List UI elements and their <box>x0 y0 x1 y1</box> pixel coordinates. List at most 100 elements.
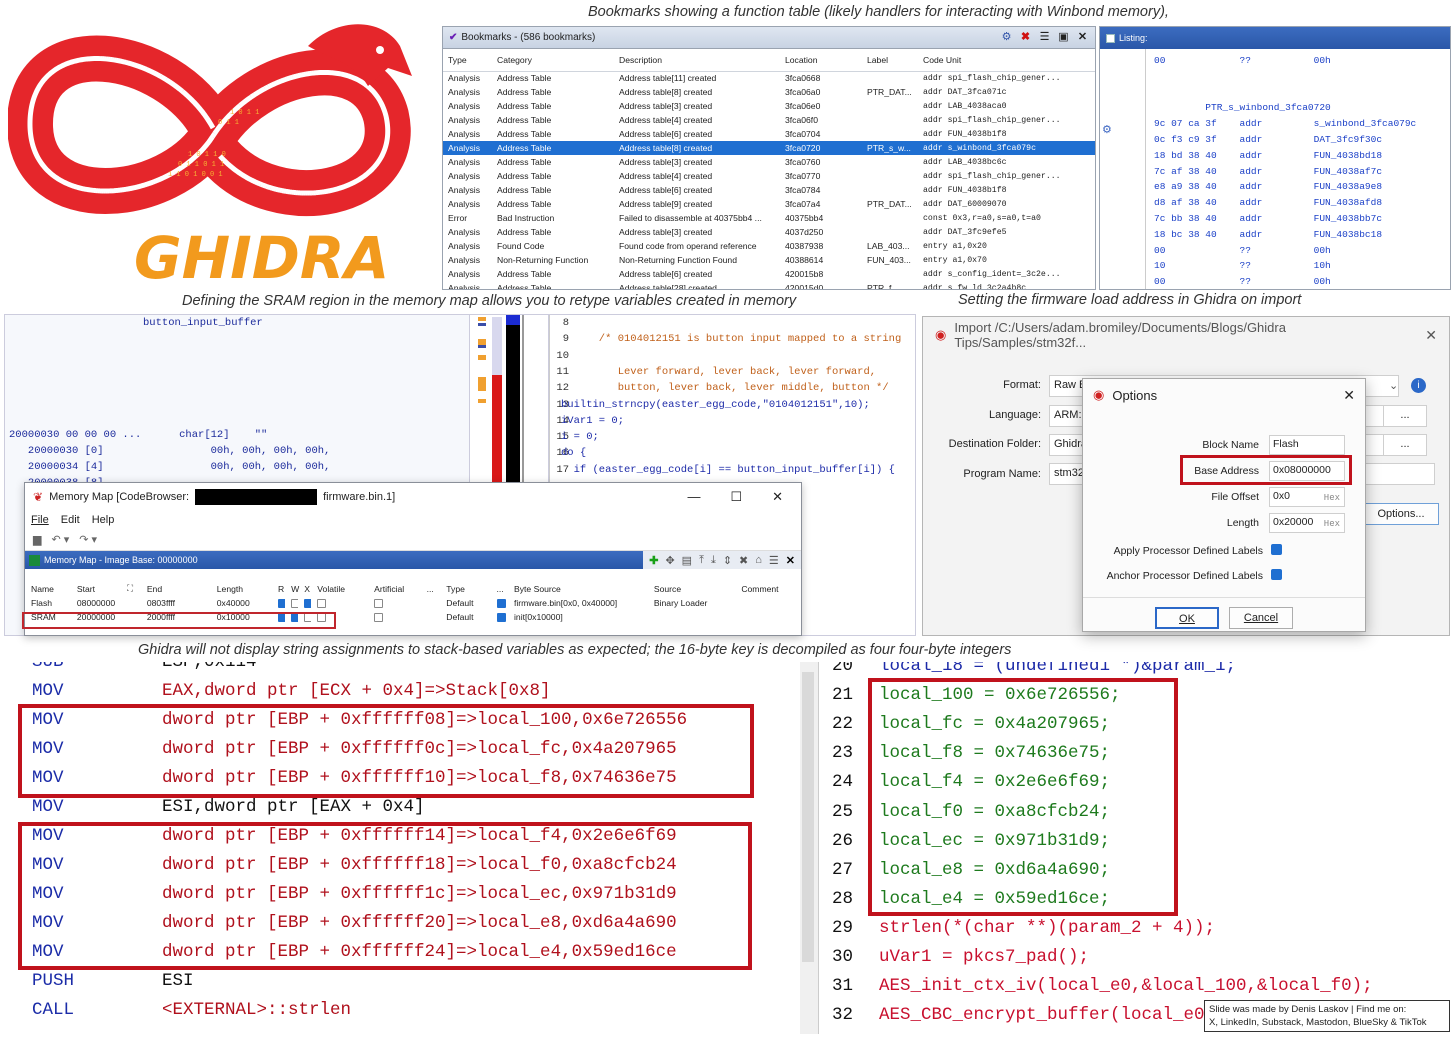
memory-map-col-header[interactable]: Comment <box>735 581 801 596</box>
bookmark-row[interactable]: Analysis Address Table Address table[28] c… <box>443 281 1095 289</box>
import-close-button[interactable]: ✕ <box>1425 327 1437 344</box>
permission-checkbox[interactable] <box>304 599 312 609</box>
redo-icon[interactable]: ↷ ▾ <box>79 533 97 546</box>
bookmark-row[interactable]: Analysis Non-Returning Function Non-Return… <box>443 253 1095 267</box>
menu-help[interactable]: Help <box>92 514 115 526</box>
chevron-down-icon[interactable]: ⌄ <box>1389 379 1398 392</box>
block-name-field[interactable]: Flash <box>1269 435 1345 455</box>
memory-map-col-header[interactable]: Artificial <box>368 581 420 596</box>
options-button[interactable]: Options... <box>1363 503 1439 525</box>
memory-map-col-header[interactable]: Volatile <box>311 581 368 596</box>
bookmarks-col-header[interactable]: Description <box>614 49 780 72</box>
save-icon[interactable]: ▆ <box>33 533 41 546</box>
bookmark-row[interactable]: Analysis Address Table Address table[4] cr… <box>443 169 1095 183</box>
options-close-button[interactable]: ✕ <box>1343 387 1355 404</box>
select-icon[interactable]: ▣ <box>1057 31 1070 44</box>
bookmarks-col-header[interactable]: Label <box>862 49 918 72</box>
filter-icon[interactable]: ⚙ <box>1000 31 1013 44</box>
list-icon[interactable]: ☰ <box>1038 31 1051 44</box>
bookmark-row[interactable]: Analysis Address Table Address table[6] cr… <box>443 183 1095 197</box>
menu-file[interactable]: File <box>31 514 49 526</box>
bookmark-row[interactable]: Analysis Address Table Address table[3] cr… <box>443 99 1095 113</box>
bookmark-cell: 3fca0668 <box>785 73 821 84</box>
permission-checkbox[interactable] <box>317 599 327 609</box>
bookmark-row[interactable]: Analysis Address Table Address table[9] cr… <box>443 197 1095 211</box>
bookmarks-col-header[interactable]: Category <box>492 49 614 72</box>
bookmark-row[interactable]: Analysis Address Table Address table[3] cr… <box>443 155 1095 169</box>
memory-map-col-header[interactable]: W <box>285 581 299 596</box>
bookmark-cell: Address table[6] created <box>619 185 713 195</box>
apply-labels-checkbox[interactable] <box>1271 544 1282 555</box>
bookmark-row[interactable]: Analysis Address Table Address table[6] cr… <box>443 267 1095 281</box>
memory-map-col-header[interactable]: X <box>298 581 311 596</box>
bookmark-cell: Analysis <box>448 171 480 181</box>
sort-icon[interactable]: ⛶ <box>121 581 141 596</box>
move-block-icon[interactable]: ✥ <box>665 554 674 567</box>
bookmark-row[interactable]: Analysis Address Table Address table[11] c… <box>443 71 1095 85</box>
menu-icon[interactable]: ☰ <box>769 554 779 567</box>
image-base-icon[interactable]: ⌂ <box>755 554 762 566</box>
bookmark-cell: PTR_DAT... <box>867 199 912 209</box>
cancel-button[interactable]: Cancel <box>1229 607 1293 629</box>
bookmark-row[interactable]: Analysis Address Table Address table[6] cr… <box>443 127 1095 141</box>
bookmarks-col-header[interactable]: Code Unit <box>918 49 1095 72</box>
memory-map-col-header[interactable]: ... <box>491 581 508 596</box>
expand-up-icon[interactable]: ⤒ <box>699 554 704 567</box>
bookmark-row[interactable]: Error Bad Instruction Failed to disassembl… <box>443 211 1095 225</box>
listing-line: 7c bb 38 40 addr FUN_4038bb7c <box>1154 213 1383 224</box>
memory-map-col-header[interactable]: Name <box>25 581 71 596</box>
bookmark-row[interactable]: Analysis Address Table Address table[3] cr… <box>443 225 1095 239</box>
bookmark-cell: addr spi_flash_chip_gener... <box>923 115 1061 125</box>
memory-block-row[interactable]: Flash 08000000 0803ffff 0x40000 Default firmw… <box>25 596 801 610</box>
maximize-button[interactable]: ☐ <box>730 489 742 505</box>
bookmarks-col-header[interactable]: Type <box>443 49 492 72</box>
info-icon[interactable]: i <box>1411 378 1426 393</box>
delete-icon[interactable]: ✖ <box>1019 31 1032 44</box>
bookmarks-col-header[interactable] <box>834 49 862 72</box>
permission-checkbox[interactable] <box>496 599 506 609</box>
bookmark-cell: Address Table <box>497 101 552 111</box>
memory-map-col-header[interactable]: R <box>272 581 285 596</box>
memory-map-col-header[interactable]: ... <box>421 581 441 596</box>
memory-map-col-header[interactable]: End <box>141 581 211 596</box>
memory-map-col-header[interactable]: Type <box>440 581 490 596</box>
bookmark-cell: 4037d250 <box>785 227 824 237</box>
bookmark-row[interactable]: Analysis Address Table Address table[4] cr… <box>443 113 1095 127</box>
memory-map-col-header[interactable]: Start <box>71 581 121 596</box>
permission-checkbox[interactable] <box>277 599 286 609</box>
permission-checkbox[interactable] <box>374 599 384 609</box>
permission-checkbox[interactable] <box>291 599 299 609</box>
menu-edit[interactable]: Edit <box>61 514 80 526</box>
bookmark-cell: Address table[4] created <box>619 115 713 125</box>
merge-block-icon[interactable]: ⇕ <box>723 554 732 567</box>
credit-line-1: Slide was made by Denis Laskov | Find me… <box>1209 1004 1407 1015</box>
permission-checkbox[interactable] <box>374 613 384 623</box>
memory-map-col-header[interactable]: Source <box>648 581 735 596</box>
expand-down-icon[interactable]: ⤓ <box>711 554 716 567</box>
bookmark-cell: Address table[3] created <box>619 157 713 167</box>
listing-scrollbar[interactable] <box>800 662 818 1034</box>
memory-map-col-header[interactable]: Length <box>211 581 272 596</box>
bookmark-row[interactable]: Analysis Address Table Address table[8] cr… <box>443 85 1095 99</box>
length-field[interactable]: 0x20000 Hex <box>1269 513 1345 533</box>
ok-button[interactable]: OK <box>1155 607 1219 629</box>
file-offset-field[interactable]: 0x0 Hex <box>1269 487 1345 507</box>
bookmark-row[interactable]: Analysis Found Code Found code from operan… <box>443 239 1095 253</box>
undo-icon[interactable]: ↶ ▾ <box>51 533 69 546</box>
bookmark-row[interactable]: Analysis Address Table Address table[8] cr… <box>443 141 1095 155</box>
permission-checkbox[interactable] <box>496 613 506 623</box>
panel-close-icon[interactable]: ✕ <box>786 554 795 567</box>
bookmarks-col-header[interactable]: Location <box>780 49 834 72</box>
add-block-icon[interactable]: ✚ <box>649 554 658 567</box>
close-icon[interactable]: ✕ <box>1076 31 1089 44</box>
delete-block-icon[interactable]: ✖ <box>739 554 748 567</box>
folder-browse-button[interactable]: ... <box>1383 434 1427 456</box>
close-button[interactable]: ✕ <box>772 489 783 505</box>
language-browse-button[interactable]: ... <box>1383 405 1427 427</box>
split-block-icon[interactable]: ▤ <box>682 554 692 567</box>
anchor-labels-checkbox[interactable] <box>1271 569 1282 580</box>
minimize-button[interactable]: — <box>687 489 700 505</box>
memory-line: 20000030 00 00 00 ... char[12] "" <box>9 429 268 441</box>
memory-map-col-header[interactable]: Byte Source <box>508 581 648 596</box>
bookmark-cell: Address table[11] created <box>619 73 717 84</box>
